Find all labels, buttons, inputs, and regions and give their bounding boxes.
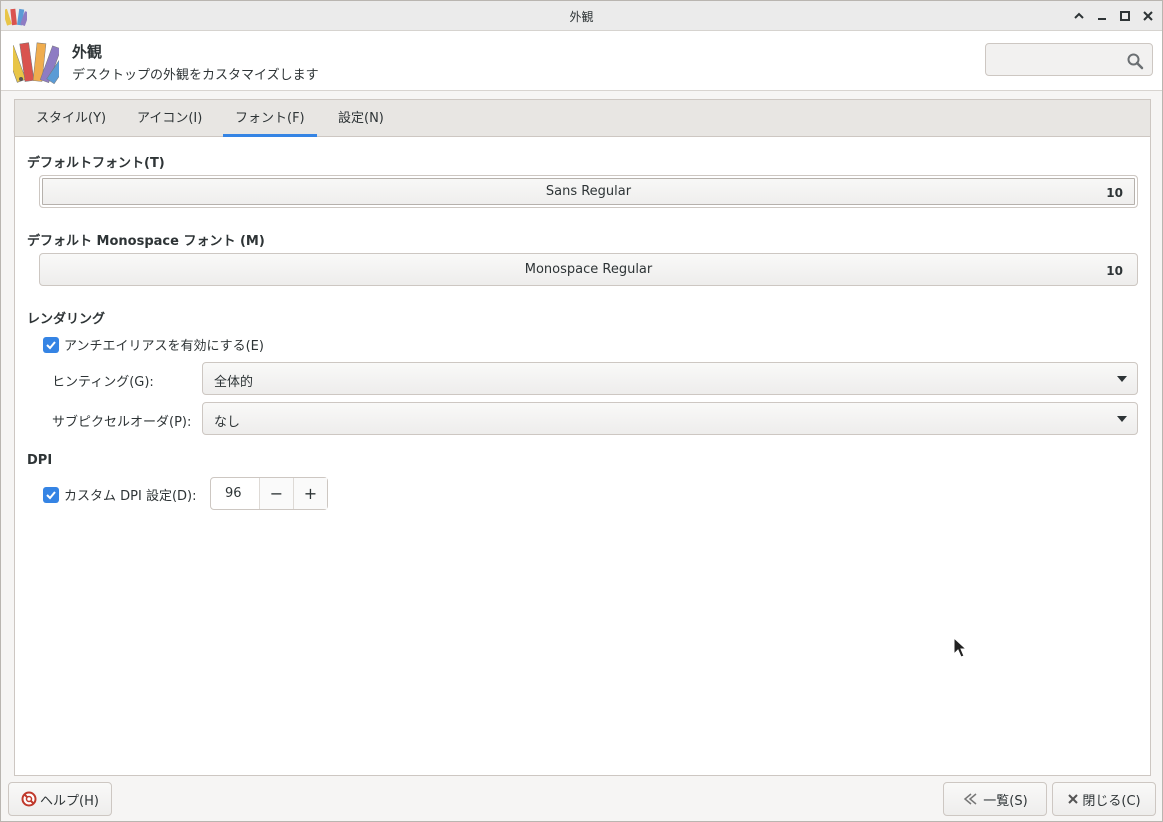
header-subtitle: デスクトップの外観をカスタマイズします bbox=[72, 68, 319, 83]
chevron-down-icon bbox=[1117, 376, 1127, 382]
close-icon bbox=[1143, 11, 1153, 21]
custom-dpi-checkbox[interactable] bbox=[43, 486, 59, 503]
overview-label: 一覧(S) bbox=[983, 793, 1028, 809]
help-lifebuoy-icon bbox=[21, 791, 37, 807]
header-title: 外観 bbox=[72, 43, 103, 61]
close-button[interactable]: 閉じる(C) bbox=[1052, 782, 1156, 816]
antialias-label: アンチエイリアスを有効にする(E) bbox=[64, 339, 264, 354]
shade-button[interactable] bbox=[1070, 7, 1088, 25]
mouse-cursor-icon bbox=[953, 637, 967, 658]
mono-font-label: デフォルト Monospace フォント (M) bbox=[27, 234, 265, 249]
rendering-label: レンダリング bbox=[27, 312, 106, 327]
appearance-window: 外観 外観 デスクトップの外観をカスタマイズします スタイル(Y) アイコン(I… bbox=[0, 0, 1163, 822]
help-label: ヘルプ(H) bbox=[40, 793, 99, 809]
subpixel-label: サブピクセルオーダ(P): bbox=[52, 415, 192, 430]
hinting-value: 全体的 bbox=[214, 375, 254, 390]
dialog-header: 外観 デスクトップの外観をカスタマイズします bbox=[1, 31, 1162, 91]
custom-dpi-label: カスタム DPI 設定(D): bbox=[64, 489, 197, 504]
dpi-label: DPI bbox=[27, 453, 53, 468]
mono-font-name: Monospace Regular bbox=[524, 262, 653, 277]
overview-button[interactable]: 一覧(S) bbox=[943, 782, 1047, 816]
dpi-increment-button[interactable]: + bbox=[293, 478, 327, 509]
antialias-checkbox[interactable] bbox=[43, 336, 59, 353]
title-bar[interactable]: 外観 bbox=[1, 1, 1162, 31]
tab-notebook: スタイル(Y) アイコン(I) フォント(F) 設定(N) デフォルトフォント(… bbox=[14, 99, 1151, 776]
dpi-decrement-button[interactable]: − bbox=[259, 478, 293, 509]
maximize-icon bbox=[1120, 11, 1130, 21]
antialias-row[interactable]: アンチエイリアスを有効にする(E) bbox=[43, 335, 264, 354]
chevron-up-icon bbox=[1074, 12, 1084, 19]
window-title: 外観 bbox=[569, 10, 594, 24]
tab-bar: スタイル(Y) アイコン(I) フォント(F) 設定(N) bbox=[15, 100, 1150, 137]
tab-settings[interactable]: 設定(N) bbox=[326, 100, 396, 137]
close-label: 閉じる(C) bbox=[1082, 793, 1141, 809]
palette-icon bbox=[13, 42, 59, 85]
tab-icons[interactable]: アイコン(I) bbox=[125, 100, 214, 137]
maximize-button[interactable] bbox=[1116, 7, 1134, 25]
subpixel-dropdown[interactable]: なし bbox=[202, 402, 1138, 435]
hinting-label: ヒンティング(G): bbox=[52, 375, 154, 390]
close-window-button[interactable] bbox=[1139, 7, 1157, 25]
help-button[interactable]: ヘルプ(H) bbox=[8, 782, 112, 816]
search-box[interactable] bbox=[985, 43, 1153, 76]
tab-style[interactable]: スタイル(Y) bbox=[24, 100, 118, 137]
default-font-name: Sans Regular bbox=[545, 184, 632, 199]
tab-fonts[interactable]: フォント(F) bbox=[223, 100, 317, 137]
mono-font-button[interactable]: Monospace Regular 10 bbox=[39, 253, 1138, 286]
checkmark-icon bbox=[46, 490, 56, 499]
hinting-dropdown[interactable]: 全体的 bbox=[202, 362, 1138, 395]
minimize-icon bbox=[1098, 18, 1106, 20]
checkmark-icon bbox=[46, 340, 56, 349]
dpi-spinner[interactable]: 96 − + bbox=[210, 477, 328, 510]
custom-dpi-row[interactable]: カスタム DPI 設定(D): bbox=[43, 485, 196, 504]
minimize-button[interactable] bbox=[1093, 7, 1111, 25]
search-input[interactable] bbox=[992, 49, 1122, 71]
mono-font-size: 10 bbox=[1106, 264, 1123, 278]
dpi-value[interactable]: 96 bbox=[211, 478, 259, 509]
default-font-label: デフォルトフォント(T) bbox=[27, 156, 165, 171]
close-x-icon bbox=[1068, 794, 1079, 804]
subpixel-value: なし bbox=[214, 415, 241, 430]
default-font-button[interactable]: Sans Regular 10 bbox=[39, 175, 1138, 208]
default-font-size: 10 bbox=[1106, 186, 1123, 200]
search-icon[interactable] bbox=[1126, 52, 1144, 70]
chevron-down-icon bbox=[1117, 416, 1127, 422]
back-arrow-icon bbox=[964, 793, 977, 805]
